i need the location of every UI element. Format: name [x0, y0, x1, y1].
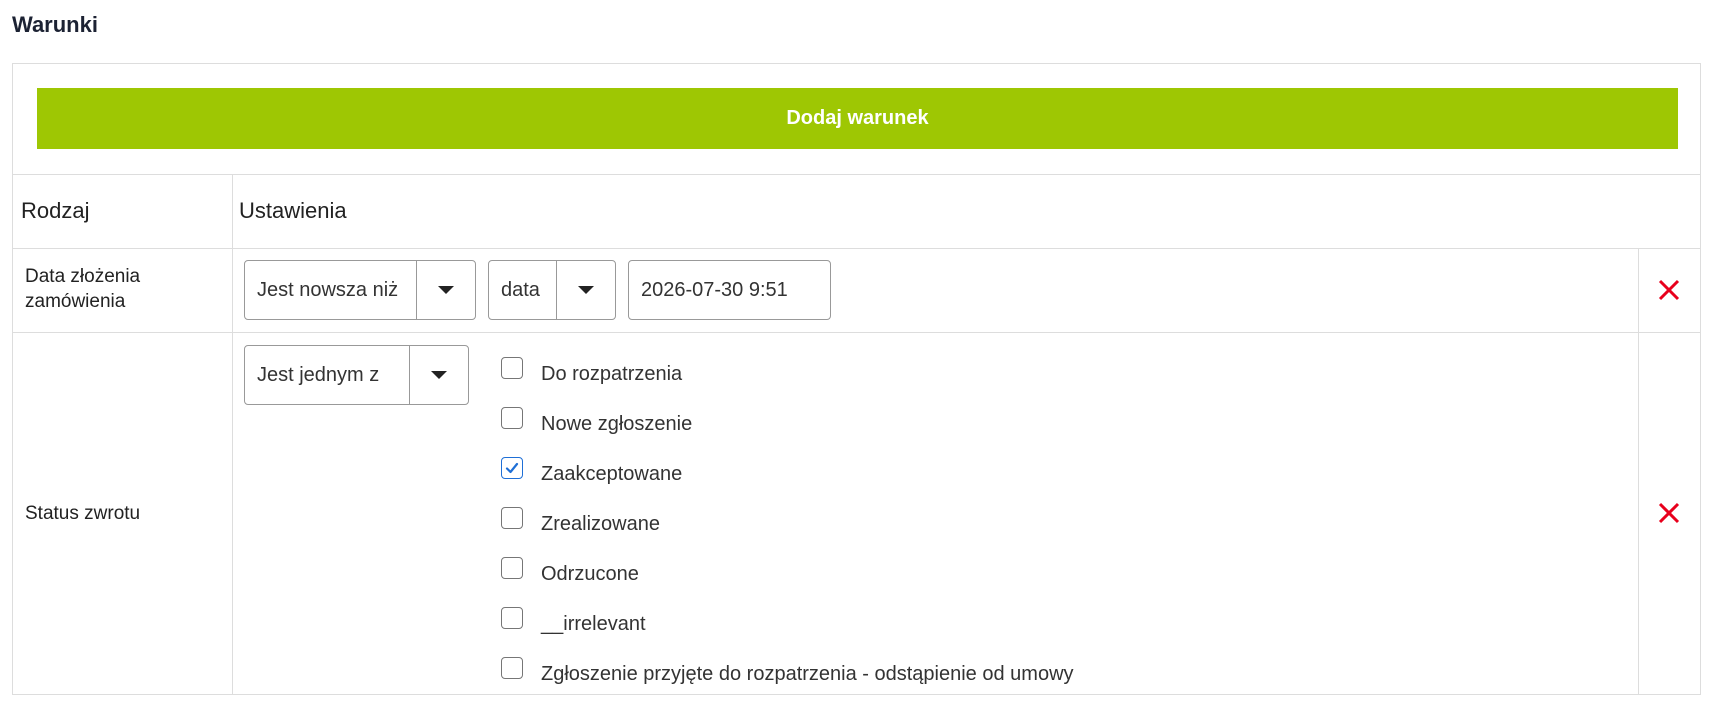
status-option-label: Zgłoszenie przyjęte do rozpatrzenia - od…: [541, 663, 1074, 685]
status-option-label: Zrealizowane: [541, 513, 660, 535]
status-option-label: Do rozpatrzenia: [541, 363, 683, 385]
condition-type-label: Data złożenia zamówienia: [25, 266, 141, 312]
status-option-label: __irrelevant: [541, 613, 646, 635]
add-condition-area: Dodaj warunek: [13, 64, 1700, 175]
condition-type-label: Status zwrotu: [25, 503, 141, 524]
header-type: Rodzaj: [21, 198, 90, 223]
status-option-label: Zaakceptowane: [541, 463, 683, 485]
add-condition-button[interactable]: Dodaj warunek: [37, 88, 1678, 149]
status-checkbox[interactable]: [501, 657, 523, 679]
status-checkbox[interactable]: [501, 557, 523, 579]
status-checkbox[interactable]: [501, 607, 523, 629]
operator-select[interactable]: Jest jednym z: [244, 345, 469, 405]
operator-select-value: Jest jednym z: [257, 364, 380, 386]
remove-condition-button[interactable]: [1656, 500, 1682, 526]
select-divider: [556, 261, 557, 319]
status-checkbox[interactable]: [501, 507, 523, 529]
caret-down-icon: [438, 286, 454, 294]
close-icon: [1658, 279, 1680, 301]
status-option-label: Odrzucone: [541, 563, 639, 585]
value-type-select-value: data: [501, 279, 540, 301]
caret-down-icon: [578, 286, 594, 294]
operator-select-value: Jest nowsza niż: [257, 279, 399, 301]
conditions-panel: Dodaj warunek Rodzaj Ustawienia Data zło…: [12, 63, 1701, 695]
caret-down-icon: [431, 371, 447, 379]
date-input[interactable]: [628, 260, 831, 320]
column-divider-type: [232, 175, 233, 695]
value-type-select[interactable]: data: [488, 260, 616, 320]
select-divider: [409, 346, 410, 404]
section-title: Warunki: [12, 12, 98, 37]
header-row-divider: [13, 248, 1700, 249]
column-divider-actions: [1638, 248, 1639, 695]
status-checkbox-checked[interactable]: [501, 457, 523, 479]
close-icon: [1658, 502, 1680, 524]
operator-select[interactable]: Jest nowsza niż: [244, 260, 476, 320]
status-checkbox[interactable]: [501, 407, 523, 429]
status-option-label: Nowe zgłoszenie: [541, 413, 693, 435]
select-divider: [416, 261, 417, 319]
status-checkbox[interactable]: [501, 357, 523, 379]
header-settings: Ustawienia: [239, 198, 347, 223]
check-icon: [505, 462, 519, 474]
row-divider: [13, 332, 1700, 333]
remove-condition-button[interactable]: [1656, 277, 1682, 303]
